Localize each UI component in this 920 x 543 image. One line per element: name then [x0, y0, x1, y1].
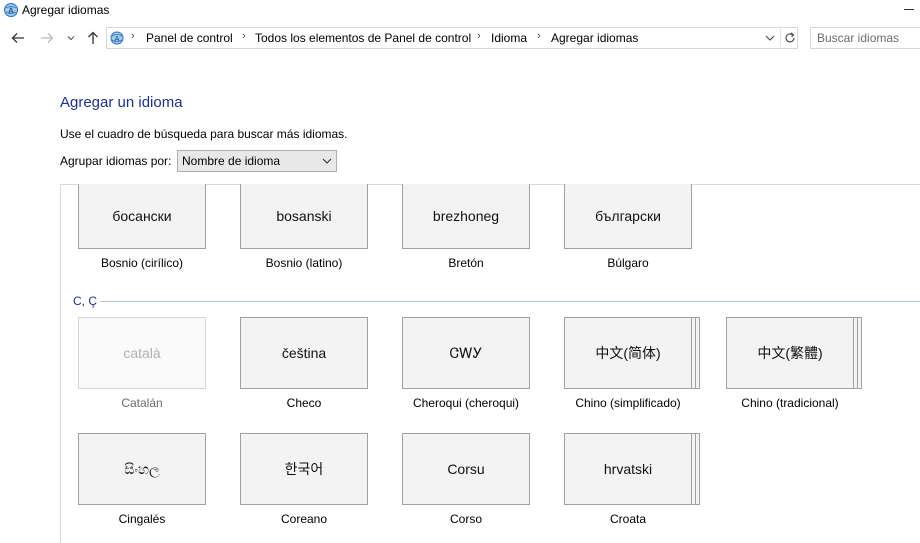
language-native-name: čeština — [281, 345, 327, 361]
breadcrumb-todos-los-elementos[interactable]: Todos los elementos de Panel de control — [255, 31, 471, 45]
language-native-name: 中文(繁體) — [757, 345, 823, 361]
language-caption: Chino (tradicional) — [741, 396, 839, 410]
language-caption: Búlgaro — [607, 256, 649, 270]
breadcrumb-agregar-idiomas[interactable]: Agregar idiomas — [551, 31, 638, 45]
title-bar: A Agregar idiomas — [0, 0, 920, 20]
language-caption: Bosnio (latino) — [265, 256, 343, 270]
recent-locations-button[interactable] — [65, 28, 77, 48]
language-app-icon: A — [4, 3, 18, 17]
chevron-down-icon — [765, 35, 775, 41]
language-native-name: 中文(简体) — [595, 345, 661, 361]
language-native-name: català — [123, 345, 161, 361]
language-group-tile[interactable]: 中文(简体) — [564, 317, 692, 389]
language-native-name: brezhoneg — [432, 208, 500, 224]
language-tile[interactable]: босански — [78, 184, 206, 249]
arrow-left-icon — [11, 33, 24, 43]
search-input[interactable] — [811, 28, 920, 48]
chevron-down-icon — [67, 36, 75, 41]
language-group-tile[interactable]: hrvatski — [564, 433, 692, 505]
language-native-name: ᏣᎳᎩ — [449, 344, 483, 361]
chevron-down-icon — [322, 158, 332, 164]
language-caption: Croata — [609, 512, 647, 526]
language-native-name: 한국어 — [284, 461, 324, 477]
section-divider — [100, 301, 920, 302]
language-native-name: hrvatski — [603, 461, 653, 477]
section-header-c: C, Ç — [73, 294, 97, 308]
search-box[interactable] — [810, 27, 920, 49]
forward-button[interactable] — [38, 28, 56, 48]
minimize-button[interactable] — [900, 0, 920, 20]
language-caption: Corso — [449, 512, 482, 526]
navigation-bar: A › Panel de control › Todos los element… — [0, 24, 920, 52]
language-caption: Bretón — [448, 256, 484, 270]
page-title: Agregar un idioma — [60, 94, 183, 111]
refresh-button[interactable] — [780, 29, 798, 47]
language-native-name: සිංහල — [124, 460, 160, 477]
language-tile[interactable]: ᏣᎳᎩ — [402, 317, 530, 389]
control-panel-icon: A — [110, 31, 124, 45]
language-caption: Cingalés — [118, 512, 166, 526]
language-native-name: Corsu — [447, 461, 485, 477]
up-button[interactable] — [84, 28, 102, 48]
svg-text:A: A — [8, 7, 14, 16]
group-by-dropdown[interactable]: Nombre de idioma — [177, 150, 337, 172]
language-caption: Cheroqui (cheroqui) — [412, 396, 520, 410]
address-history-button[interactable] — [761, 29, 779, 47]
group-by-value: Nombre de idioma — [182, 154, 281, 168]
language-caption: Bosnio (cirílico) — [100, 256, 184, 270]
group-by-label: Agrupar idiomas por: — [60, 154, 172, 168]
breadcrumb-separator-icon: › — [537, 30, 541, 42]
breadcrumb-separator-icon: › — [477, 30, 481, 42]
breadcrumb-panel-de-control[interactable]: Panel de control — [146, 31, 233, 45]
language-caption: Coreano — [280, 512, 328, 526]
back-button[interactable] — [9, 28, 27, 48]
breadcrumb-idioma[interactable]: Idioma — [491, 31, 527, 45]
language-caption: Chino (simplificado) — [575, 396, 681, 410]
breadcrumb-separator-icon: › — [131, 30, 135, 42]
refresh-icon — [785, 32, 795, 43]
breadcrumb-separator-icon: › — [242, 30, 246, 42]
address-bar[interactable]: A › Panel de control › Todos los element… — [106, 27, 798, 49]
language-tile[interactable]: bosanski — [240, 184, 368, 249]
arrow-up-icon — [88, 31, 98, 44]
language-tile[interactable]: Corsu — [402, 433, 530, 505]
language-caption: Catalán — [121, 396, 163, 410]
language-native-name: босански — [112, 208, 172, 224]
language-native-name: български — [595, 208, 661, 224]
svg-text:A: A — [115, 35, 120, 43]
window-title: Agregar idiomas — [22, 3, 110, 17]
language-group-tile[interactable]: 中文(繁體) — [726, 317, 854, 389]
language-tile-disabled: català — [78, 317, 206, 389]
language-tile[interactable]: 한국어 — [240, 433, 368, 505]
arrow-right-icon — [41, 33, 54, 43]
instruction-text: Use el cuadro de búsqueda para buscar má… — [60, 127, 348, 141]
language-tile[interactable]: සිංහල — [78, 433, 206, 505]
language-tile[interactable]: brezhoneg — [402, 184, 530, 249]
language-native-name: bosanski — [276, 208, 332, 224]
language-tile[interactable]: български — [564, 184, 692, 249]
language-tile[interactable]: čeština — [240, 317, 368, 389]
language-caption: Checo — [286, 396, 322, 410]
